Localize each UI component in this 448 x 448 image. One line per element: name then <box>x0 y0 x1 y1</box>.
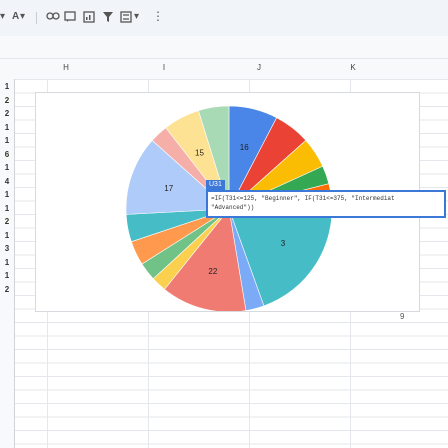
row-header[interactable]: 1 <box>0 82 14 91</box>
row-header[interactable]: 4 <box>0 177 14 186</box>
row-header[interactable]: 1 <box>0 231 14 240</box>
slice-label: 3 <box>281 239 286 248</box>
row-header[interactable]: 1 <box>0 163 14 172</box>
column-header-k[interactable]: K <box>350 63 355 72</box>
slice-label: 16 <box>240 143 249 152</box>
toolbar: ▾ A ▾ ▾ ⋮ <box>0 0 448 37</box>
chevron-down-icon[interactable]: ▾ <box>20 11 25 22</box>
row-header[interactable]: 1 <box>0 258 14 267</box>
row-header[interactable]: 6 <box>0 150 14 159</box>
row-header[interactable]: 1 <box>0 136 14 145</box>
cell-reference-badge: U31 <box>206 180 225 190</box>
chart-icon[interactable] <box>83 11 95 26</box>
comment-icon[interactable] <box>64 11 76 26</box>
formula-bar-area <box>0 36 448 58</box>
row-header[interactable]: 1 <box>0 190 14 199</box>
column-header-h[interactable]: H <box>63 63 69 72</box>
slice-label: 17 <box>164 184 173 193</box>
formula-text: =IF(T31<=125, "Beginner", IF(T31<=375, "… <box>211 195 395 211</box>
column-header-bar: H I J K <box>0 58 448 80</box>
row-header[interactable]: 2 <box>0 217 14 226</box>
column-header-i[interactable]: I <box>163 63 165 72</box>
column-header-j[interactable]: J <box>257 63 261 72</box>
chevron-down-icon[interactable]: ▾ <box>0 11 5 22</box>
text-color-button[interactable]: A <box>12 11 19 22</box>
row-header[interactable]: 1 <box>0 204 14 213</box>
link-icon[interactable] <box>46 11 60 24</box>
row-header[interactable]: 2 <box>0 109 14 118</box>
row-header[interactable]: 3 <box>0 244 14 253</box>
row-header[interactable]: 1 <box>0 123 14 132</box>
row-header[interactable]: 2 <box>0 96 14 105</box>
formula-editor[interactable]: =IF(T31<=125, "Beginner", IF(T31<=375, "… <box>206 190 446 218</box>
functions-icon[interactable] <box>120 11 132 26</box>
more-vertical-icon[interactable]: ⋮ <box>152 9 164 23</box>
slice-label: 22 <box>208 267 217 276</box>
toolbar-divider <box>36 12 37 24</box>
filter-icon[interactable] <box>103 11 113 26</box>
row-header[interactable]: 2 <box>0 285 14 294</box>
slice-label: 15 <box>195 148 204 157</box>
chevron-down-icon[interactable]: ▾ <box>134 11 139 22</box>
row-header[interactable]: 1 <box>0 271 14 280</box>
cell-value[interactable]: 9 <box>400 312 404 321</box>
